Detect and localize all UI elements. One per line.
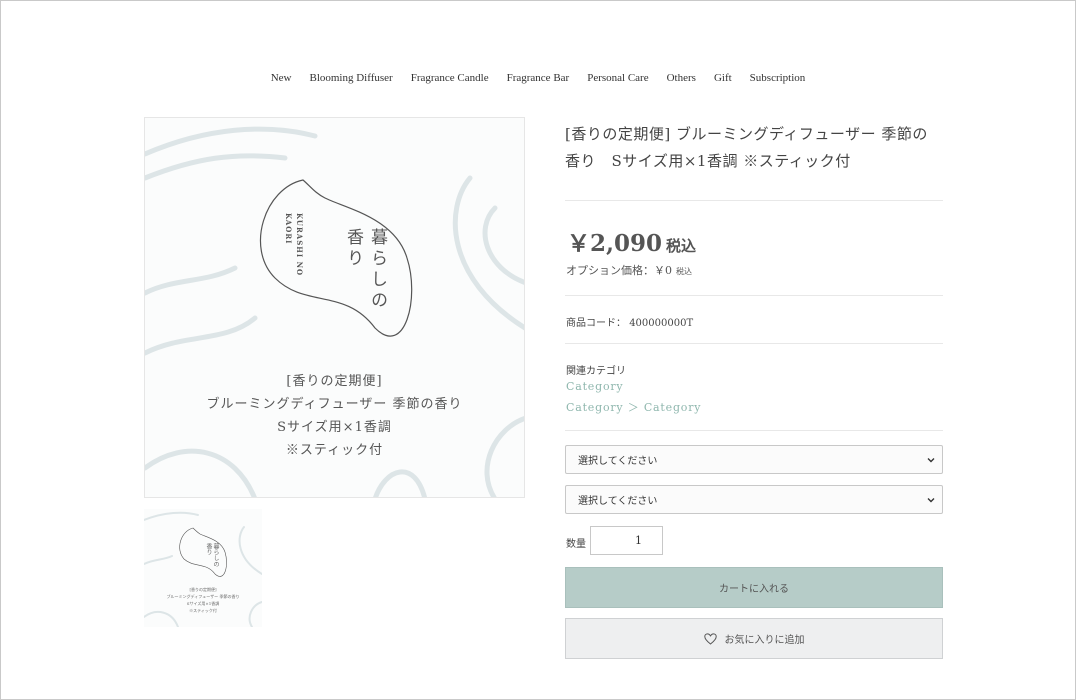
divider [565, 295, 943, 296]
option-select-2-value: 選択してください [578, 496, 658, 507]
nav-item-subscription[interactable]: Subscription [750, 72, 806, 84]
product-code-label: 商品コード： [566, 318, 626, 329]
image-caption-line-4: ※スティック付 [285, 443, 384, 458]
option-price: オプション価格：￥0 税込 [566, 262, 692, 278]
thumbnail-caption-line-3: Sサイズ用×1香調 [186, 601, 220, 606]
divider [565, 343, 943, 344]
option-select-1-value: 選択してください [578, 456, 658, 467]
nav-item-others[interactable]: Others [667, 72, 696, 84]
price-tax-label: 税込 [666, 237, 697, 255]
price-value: ￥2,090 [567, 230, 663, 257]
nav-item-new[interactable]: New [271, 72, 292, 84]
chevron-down-icon [927, 458, 935, 463]
nav-item-blooming-diffuser[interactable]: Blooming Diffuser [309, 72, 392, 84]
add-to-favorites-label: お気に入りに追加 [724, 635, 805, 646]
product-main-image[interactable]: 暮らしの 香り KURASHI NO KAORI [香りの定期便] ブルーミング… [144, 117, 525, 498]
product-code-value: 400000000T [629, 318, 694, 329]
thumbnail-caption-line-1: [香りの定期便] [189, 587, 217, 592]
image-caption-line-1: [香りの定期便] [286, 374, 383, 389]
add-to-cart-label: カートに入れる [719, 584, 789, 595]
quantity-label: 数量 [566, 539, 586, 550]
thumbnail-caption-line-2: ブルーミングディフューザー 季節の香り [166, 594, 240, 599]
option-select-2[interactable]: 選択してください [565, 485, 943, 514]
nav-item-fragrance-bar[interactable]: Fragrance Bar [507, 72, 570, 84]
option-price-value: オプション価格：￥0 [566, 264, 672, 277]
category-breadcrumb-link[interactable]: Category ＞ Category [566, 399, 701, 415]
heart-icon [703, 632, 717, 645]
nav-item-fragrance-candle[interactable]: Fragrance Candle [411, 72, 489, 84]
image-caption-line-3: Sサイズ用×1香調 [277, 420, 392, 435]
thumbnail-logo-sub: 香り [205, 543, 212, 555]
logo-en-text-2: KAORI [284, 213, 293, 245]
global-nav: New Blooming Diffuser Fragrance Candle F… [0, 72, 1076, 84]
option-price-tax-label: 税込 [676, 267, 692, 276]
divider [565, 430, 943, 431]
nav-item-personal-care[interactable]: Personal Care [587, 72, 648, 84]
related-category-label: 関連カテゴリ [566, 366, 626, 377]
thumbnail-caption-line-4: ※スティック付 [189, 608, 217, 613]
product-title: [香りの定期便] ブルーミングディフューザー 季節の香り Sサイズ用×1香調 ※… [565, 125, 928, 170]
add-to-cart-button[interactable]: カートに入れる [565, 567, 943, 608]
logo-sub-text: 香り [343, 228, 363, 270]
product-thumbnail[interactable]: 暮らしの 香り [香りの定期便] ブルーミングディフューザー 季節の香り Sサイ… [144, 509, 262, 627]
option-select-1[interactable]: 選択してください [565, 445, 943, 474]
logo-en-text-1: KURASHI NO [295, 213, 304, 277]
image-caption-line-2: ブルーミングディフューザー 季節の香り [206, 397, 463, 412]
category-link[interactable]: Category [566, 380, 623, 393]
nav-item-gift[interactable]: Gift [714, 72, 732, 84]
quantity-input[interactable]: 1 [590, 526, 663, 555]
product-price: ￥2,090 税込 [567, 224, 696, 258]
product-code: 商品コード： 400000000T [566, 314, 693, 329]
logo-main-text: 暮らしの [367, 228, 387, 312]
divider [565, 200, 943, 201]
add-to-favorites-button[interactable]: お気に入りに追加 [565, 618, 943, 659]
chevron-down-icon [927, 498, 935, 503]
